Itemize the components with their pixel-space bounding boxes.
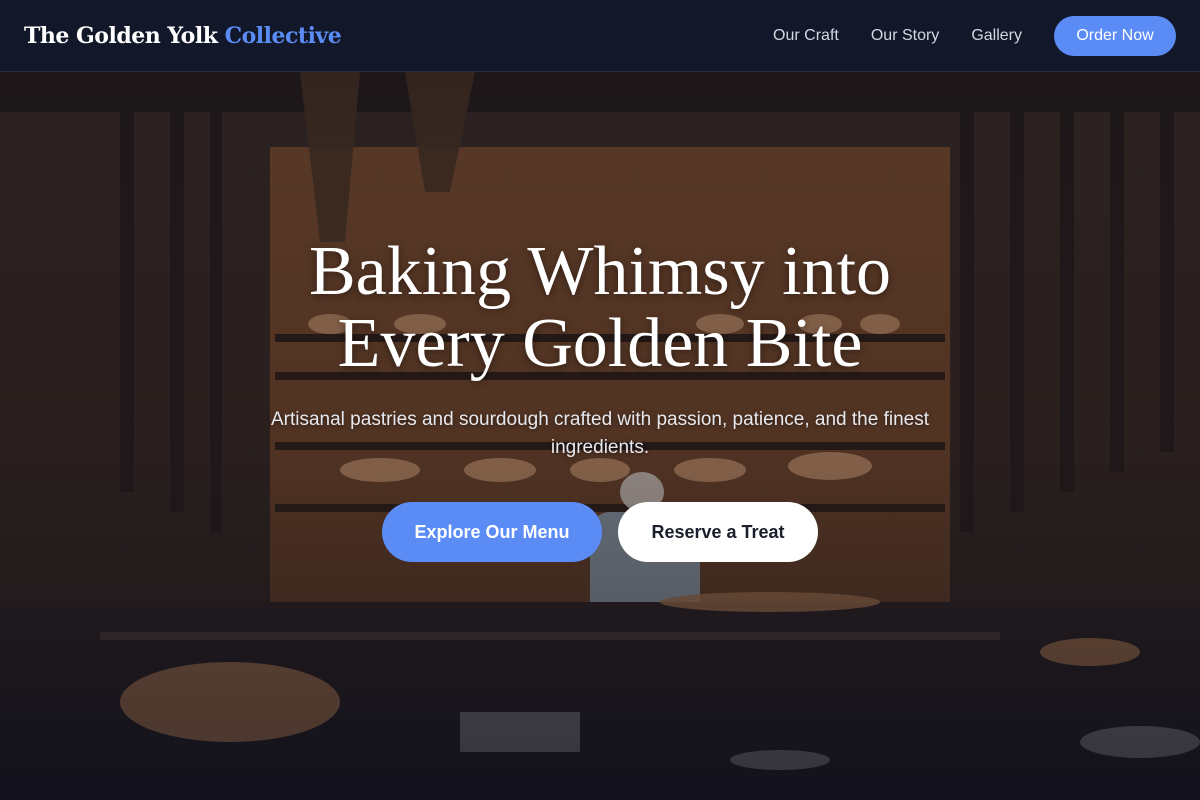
nav-link-our-story[interactable]: Our Story xyxy=(871,27,939,45)
hero-title: Baking Whimsy into Every Golden Bite xyxy=(200,236,1000,380)
brand-name: The Golden Yolk xyxy=(24,22,218,49)
explore-menu-button[interactable]: Explore Our Menu xyxy=(382,502,602,562)
hero-subtitle: Artisanal pastries and sourdough crafted… xyxy=(270,409,929,458)
reserve-treat-button[interactable]: Reserve a Treat xyxy=(618,502,818,562)
brand-logo[interactable]: The Golden Yolk Collective xyxy=(24,22,342,49)
main-nav: Our Craft Our Story Gallery Order Now xyxy=(741,15,1176,56)
order-now-button[interactable]: Order Now xyxy=(1054,15,1176,56)
hero-title-line1: Baking Whimsy into xyxy=(308,233,892,310)
hero-title-line2: Every Golden Bite xyxy=(337,305,863,382)
hero-section: Baking Whimsy into Every Golden Bite Art… xyxy=(0,72,1200,800)
site-header: The Golden Yolk Collective Our Craft Our… xyxy=(0,0,1200,72)
nav-link-gallery[interactable]: Gallery xyxy=(971,27,1022,45)
brand-name-accent: Collective xyxy=(224,22,342,49)
hero-content: Baking Whimsy into Every Golden Bite Art… xyxy=(0,72,1200,800)
nav-link-our-craft[interactable]: Our Craft xyxy=(773,27,839,45)
